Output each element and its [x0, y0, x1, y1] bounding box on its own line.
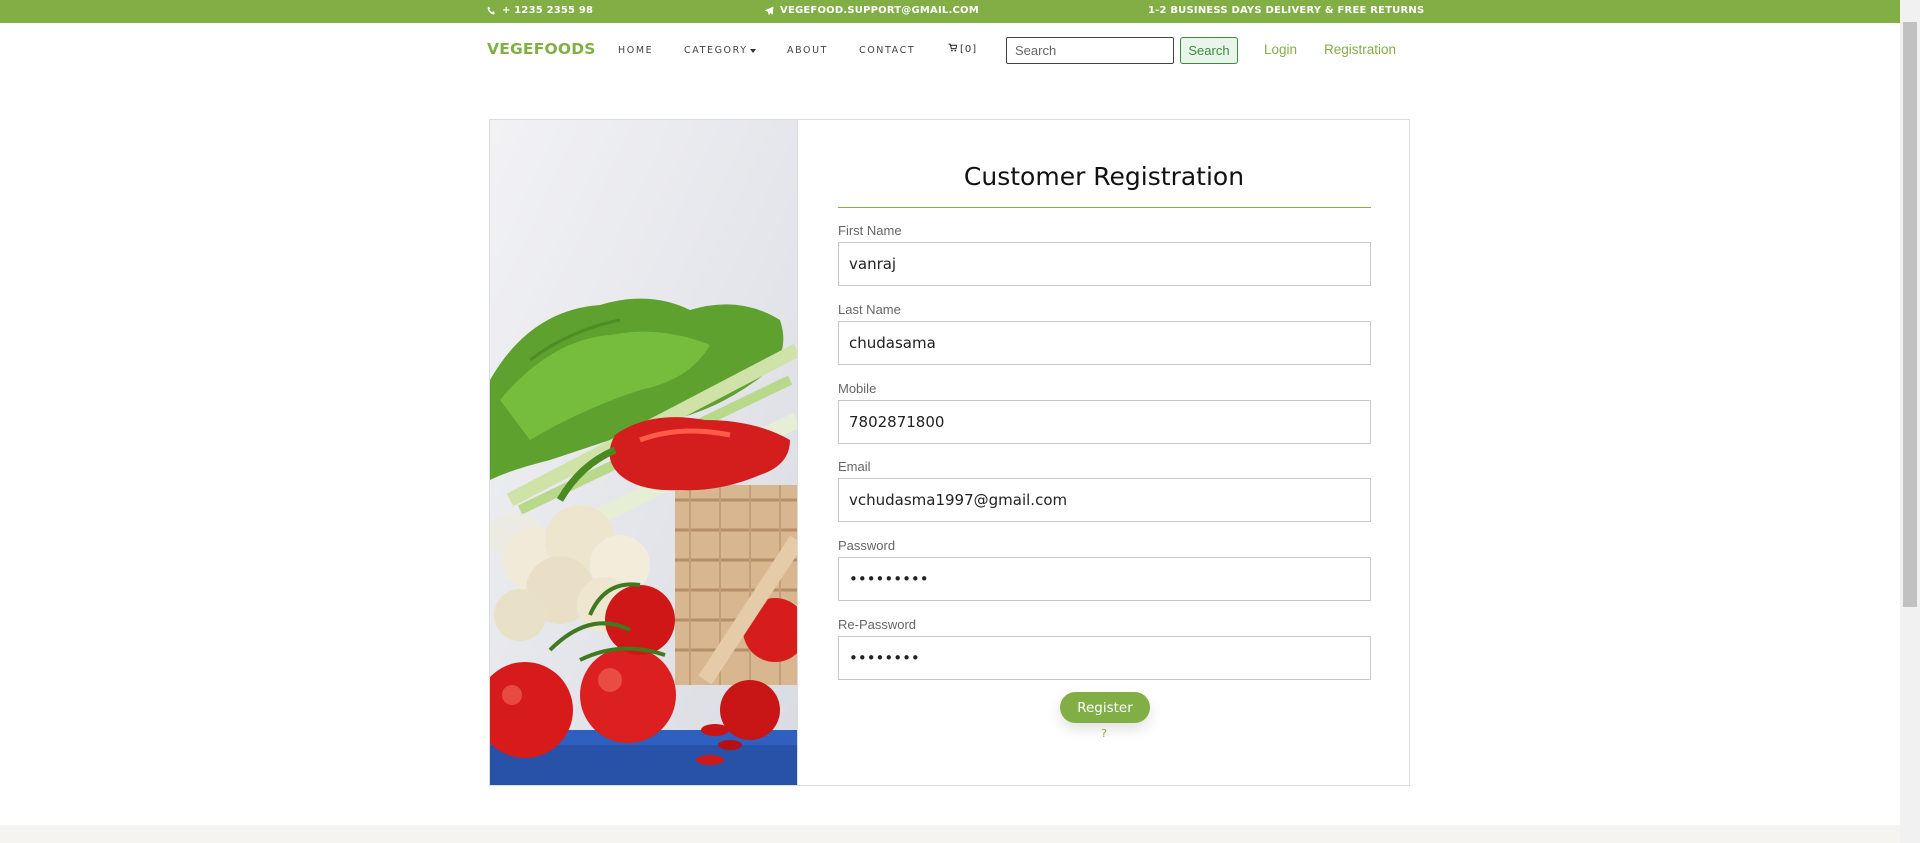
phone-info: + 1235 2355 98: [487, 5, 593, 16]
email-field[interactable]: [838, 478, 1371, 522]
title-divider: [838, 207, 1371, 208]
last-name-label: Last Name: [838, 302, 901, 317]
chevron-down-icon: [749, 48, 756, 53]
page-scrollbar[interactable]: [1900, 0, 1920, 843]
re-password-field[interactable]: [838, 636, 1371, 680]
cart-link[interactable]: [0]: [948, 43, 977, 55]
cart-icon: [948, 43, 958, 55]
nav-category[interactable]: CATEGORY: [684, 45, 756, 56]
footer-strip: [0, 825, 1900, 843]
top-info-bar: + 1235 2355 98 VEGEFOOD.SUPPORT@GMAIL.CO…: [0, 0, 1900, 23]
phone-number: + 1235 2355 98: [502, 5, 594, 16]
phone-icon: [487, 6, 496, 15]
nav-category-label: CATEGORY: [684, 45, 748, 56]
search-input[interactable]: [1006, 37, 1174, 64]
search-button[interactable]: Search: [1180, 37, 1238, 64]
main-navbar: VEGEFOODS HOME CATEGORY ABOUT CONTACT [0…: [0, 23, 1900, 79]
registration-form: Customer Registration First Name Last Na…: [797, 120, 1409, 785]
registration-link[interactable]: Registration: [1324, 42, 1396, 57]
password-label: Password: [838, 538, 896, 553]
last-name-field[interactable]: [838, 321, 1371, 365]
delivery-info: 1-2 BUSINESS DAYS DELIVERY & FREE RETURN…: [1148, 5, 1424, 16]
nav-about[interactable]: ABOUT: [787, 45, 828, 56]
nav-home[interactable]: HOME: [618, 45, 653, 56]
help-mark: ?: [1101, 727, 1107, 740]
email-label: Email: [838, 459, 871, 474]
login-link[interactable]: Login: [1264, 42, 1297, 57]
mobile-field[interactable]: [838, 400, 1371, 444]
first-name-field[interactable]: [838, 242, 1371, 286]
first-name-label: First Name: [838, 223, 902, 238]
email-info: VEGEFOOD.SUPPORT@GMAIL.COM: [764, 5, 979, 16]
vegetables-image: [490, 120, 797, 785]
paper-plane-icon: [764, 6, 774, 16]
cart-count: [0]: [960, 43, 978, 55]
mobile-label: Mobile: [838, 381, 877, 396]
scrollbar-thumb[interactable]: [1903, 22, 1917, 607]
form-title: Customer Registration: [963, 162, 1245, 191]
brand-logo[interactable]: VEGEFOODS: [487, 40, 596, 58]
delivery-text: 1-2 BUSINESS DAYS DELIVERY & FREE RETURN…: [1148, 5, 1425, 16]
password-field[interactable]: [838, 557, 1371, 601]
nav-contact[interactable]: CONTACT: [859, 45, 915, 56]
support-email: VEGEFOOD.SUPPORT@GMAIL.COM: [780, 5, 979, 16]
re-password-label: Re-Password: [838, 617, 917, 632]
register-button[interactable]: Register: [1060, 692, 1150, 723]
registration-card: Customer Registration First Name Last Na…: [489, 119, 1410, 786]
